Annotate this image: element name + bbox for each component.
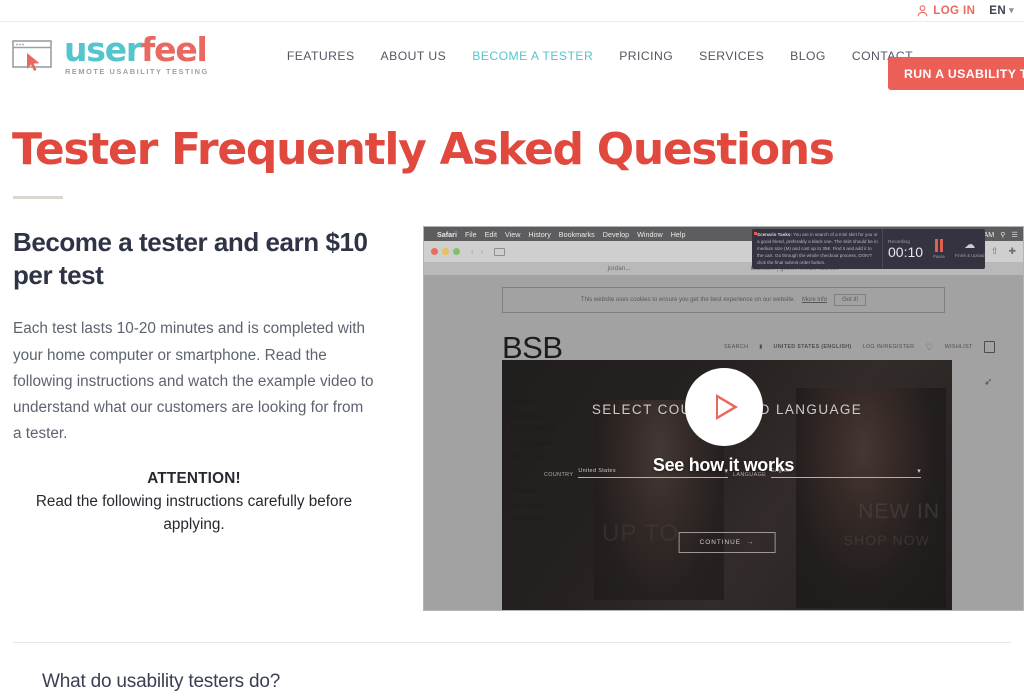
run-usability-test-button[interactable]: RUN A USABILITY TEST — [888, 57, 1024, 90]
bsb-top-navigation: SEARCH ▮ UNITED STATES (ENGLISH) LOG IN/… — [724, 341, 995, 354]
menu-item-window: Window — [637, 229, 663, 239]
menu-item-history: History — [528, 229, 551, 239]
language-selector[interactable]: EN ▾ — [989, 5, 1014, 17]
minimize-icon[interactable] — [442, 248, 449, 256]
attention-title: ATTENTION! — [147, 469, 241, 487]
cookie-consent-banner: This website uses cookies to ensure you … — [502, 287, 945, 314]
page-title: Tester Frequently Asked Questions — [12, 124, 835, 175]
nav-item-pricing[interactable]: PRICING — [619, 49, 673, 63]
menu-item-develop: Develop — [602, 229, 630, 239]
example-video-player[interactable]: Safari File Edit View History Bookmarks … — [423, 226, 1024, 612]
upload-label: Finish & Upload — [954, 253, 985, 259]
nav-item-become-a-tester[interactable]: BECOME A TESTER — [472, 49, 593, 63]
menu-item-help: Help — [670, 229, 686, 239]
cookie-more-info-link[interactable]: More info — [802, 297, 827, 303]
login-label: LOG IN — [933, 4, 976, 17]
logo-text-user: user — [64, 29, 142, 69]
bsb-nav-search[interactable]: SEARCH — [724, 344, 748, 350]
intro-body: Each test lasts 10-20 minutes and is com… — [13, 320, 374, 443]
menu-item-bookmarks: Bookmarks — [558, 229, 595, 239]
pause-icon — [934, 239, 943, 253]
top-utility-bar: LOG IN EN ▾ — [0, 0, 1024, 22]
continue-label: CONTINUE — [699, 539, 741, 547]
main-content: Become a tester and earn $10 per test Ea… — [0, 226, 1024, 612]
nav-item-features[interactable]: FEATURES — [287, 49, 355, 63]
task-label: Scenario Tasks: — [757, 232, 792, 238]
flag-icon: ▮ — [759, 344, 763, 351]
new-tab-icon[interactable]: ✚ — [1008, 246, 1016, 257]
bsb-nav-login[interactable]: LOG IN/REGISTER — [863, 344, 915, 350]
intro-heading: Become a tester and earn $10 per test — [13, 227, 368, 291]
shopping-bag-icon[interactable] — [983, 341, 995, 354]
control-center-icon: ☰ — [1011, 229, 1018, 239]
video-column: Safari File Edit View History Bookmarks … — [423, 226, 1024, 612]
cookie-text: This website uses cookies to ensure you … — [580, 297, 796, 304]
heart-icon[interactable]: ♡ — [925, 342, 933, 352]
browser-cursor-logo-icon — [12, 40, 52, 72]
nav-item-blog[interactable]: BLOG — [790, 49, 826, 63]
nav-item-services[interactable]: SERVICES — [699, 49, 764, 63]
logo[interactable]: userfeel REMOTE USABILITY TESTING — [12, 33, 209, 77]
faq-divider — [13, 642, 1011, 644]
play-button[interactable] — [684, 368, 763, 447]
logo-tagline: REMOTE USABILITY TESTING — [65, 67, 209, 77]
menu-item-file: File — [464, 229, 477, 239]
attention-body: Read the following instructions carefull… — [35, 492, 353, 534]
share-icon[interactable]: ⇧ — [991, 246, 999, 257]
menu-item-edit: Edit — [484, 229, 497, 239]
tab-title-left: jordan... — [607, 265, 631, 273]
recording-widget[interactable]: Scenario Tasks: You are in search of a m… — [752, 229, 985, 270]
forward-icon[interactable]: › — [481, 247, 484, 256]
site-header: userfeel REMOTE USABILITY TESTING FEATUR… — [0, 22, 1024, 90]
menu-item-safari: Safari — [437, 229, 457, 239]
mouse-cursor-icon: ➶ — [984, 377, 993, 389]
language-label: EN — [989, 4, 1007, 17]
logo-text-feel: feel — [141, 29, 208, 69]
zoom-icon[interactable] — [453, 248, 460, 256]
title-divider — [13, 196, 63, 200]
pause-label: Pause — [933, 254, 945, 260]
menu-item-view: View — [504, 229, 521, 239]
close-icon[interactable] — [431, 248, 438, 256]
nav-item-about-us[interactable]: ABOUT US — [381, 49, 447, 63]
play-caption: See how it works — [652, 455, 795, 476]
person-icon — [917, 4, 928, 16]
back-icon[interactable]: ‹ — [471, 247, 474, 256]
window-traffic-lights[interactable] — [431, 248, 460, 256]
login-button[interactable]: LOG IN — [917, 5, 975, 17]
arrow-right-icon: → — [746, 539, 755, 547]
intro-column: Become a tester and earn $10 per test Ea… — [0, 226, 400, 537]
faq-question-1[interactable]: What do usability testers do? — [42, 671, 1024, 693]
main-navigation: FEATURES ABOUT US BECOME A TESTER PRICIN… — [287, 49, 913, 63]
chevron-down-icon: ▾ — [1009, 5, 1014, 15]
recording-timer: 00:10 — [888, 243, 924, 260]
browser-nav-arrows[interactable]: ‹ › — [471, 247, 483, 256]
bsb-nav-country[interactable]: UNITED STATES (ENGLISH) — [774, 344, 852, 350]
cloud-upload-icon: ☁ — [964, 239, 976, 252]
play-triangle-inner — [717, 398, 733, 417]
continue-button[interactable]: CONTINUE → — [678, 532, 776, 554]
search-icon: ⚲ — [1000, 229, 1006, 239]
finish-upload-button[interactable]: ☁ Finish & Upload — [954, 239, 985, 259]
task-marker-icon — [754, 232, 757, 236]
faq-section: What do usability testers do? — [0, 642, 1024, 693]
task-panel: Scenario Tasks: You are in search of a m… — [752, 229, 883, 270]
pause-button[interactable]: Pause — [933, 239, 945, 259]
cookie-accept-button[interactable]: Got it! — [834, 294, 867, 307]
sidebar-icon[interactable] — [494, 247, 506, 256]
recorder-controls: Recording 00:10 Pause ☁ Finish & Upload — [883, 229, 985, 269]
bsb-nav-wishlist[interactable]: WISHLIST — [945, 344, 973, 350]
